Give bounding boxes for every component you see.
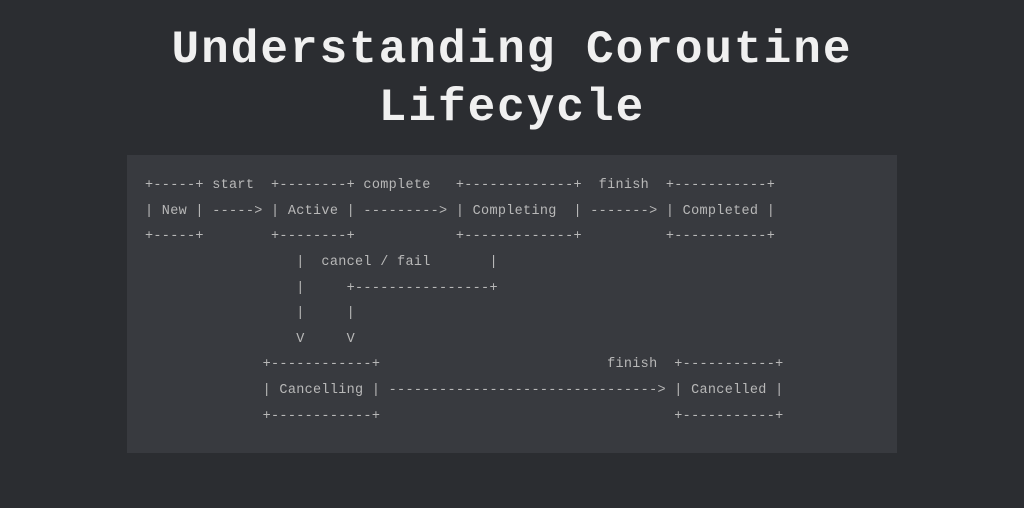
- title-line-1: Understanding Coroutine: [0, 22, 1024, 80]
- diagram-container: +-----+ start +--------+ complete +-----…: [127, 155, 897, 453]
- page-title: Understanding Coroutine Lifecycle: [0, 0, 1024, 155]
- title-line-2: Lifecycle: [0, 80, 1024, 138]
- ascii-diagram: +-----+ start +--------+ complete +-----…: [145, 173, 879, 429]
